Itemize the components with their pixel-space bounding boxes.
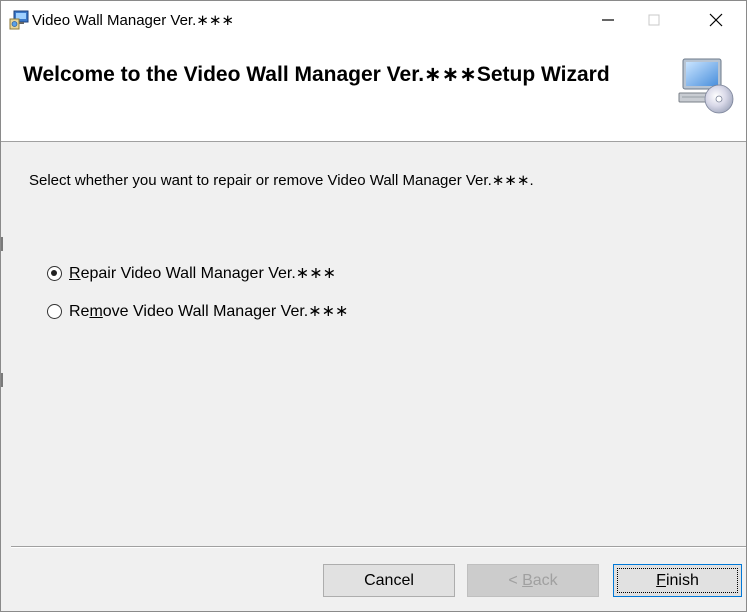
close-button[interactable] — [693, 1, 739, 39]
repair-option[interactable]: Repair Video Wall Manager Ver.∗∗∗ — [47, 263, 336, 283]
back-button: < Back — [467, 564, 599, 597]
close-icon — [709, 13, 723, 27]
instruction-text: Select whether you want to repair or rem… — [29, 172, 534, 189]
title-bar[interactable]: Video Wall Manager Ver.∗∗∗ — [1, 1, 746, 39]
footer-divider — [11, 546, 746, 548]
left-edge-mark — [1, 237, 3, 251]
focus-rectangle — [617, 568, 738, 593]
remove-radio[interactable] — [47, 303, 62, 319]
cancel-button[interactable]: Cancel — [323, 564, 455, 597]
repair-label[interactable]: Repair Video Wall Manager Ver.∗∗∗ — [69, 263, 336, 283]
repair-radio[interactable] — [47, 265, 62, 281]
left-edge-mark — [1, 373, 3, 387]
maximize-button — [631, 1, 677, 39]
wizard-header: Welcome to the Video Wall Manager Ver.∗∗… — [1, 39, 746, 142]
cancel-label: Cancel — [364, 571, 414, 589]
minimize-button[interactable] — [585, 1, 631, 39]
window-title: Video Wall Manager Ver.∗∗∗ — [32, 12, 234, 29]
minimize-icon — [602, 19, 614, 21]
installer-icon — [9, 10, 29, 30]
remove-label[interactable]: Remove Video Wall Manager Ver.∗∗∗ — [69, 301, 348, 321]
remove-option[interactable]: Remove Video Wall Manager Ver.∗∗∗ — [47, 301, 348, 321]
setup-wizard-window: Video Wall Manager Ver.∗∗∗ Welcome to th… — [0, 0, 747, 612]
maximize-icon — [648, 14, 660, 26]
finish-button[interactable]: Finish — [613, 564, 742, 597]
back-label: < Back — [508, 571, 558, 589]
computer-cd-icon — [678, 58, 734, 114]
wizard-title: Welcome to the Video Wall Manager Ver.∗∗… — [23, 63, 610, 86]
